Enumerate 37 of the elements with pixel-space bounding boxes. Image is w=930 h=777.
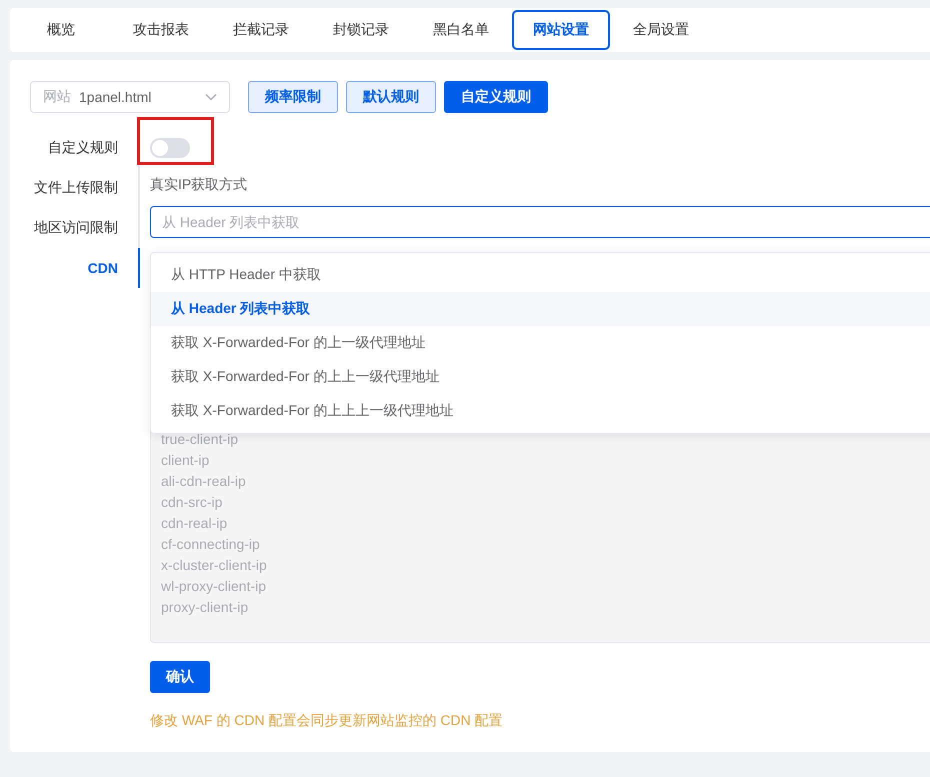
- tab[interactable]: 全局设置: [612, 10, 710, 50]
- field-label: 真实IP获取方式: [150, 176, 248, 194]
- rule-button[interactable]: 默认规则: [346, 81, 436, 113]
- tab[interactable]: 攻击报表: [112, 10, 210, 50]
- header-name: wl-proxy-client-ip: [161, 577, 268, 596]
- tab[interactable]: 拦截记录: [212, 10, 310, 50]
- header-name: true-client-ip: [161, 430, 240, 449]
- select-value: 1panel.html: [79, 89, 152, 105]
- header-name: proxy-client-ip: [161, 598, 250, 617]
- header-name: client-ip: [161, 451, 210, 470]
- rule-button[interactable]: 频率限制: [248, 81, 338, 113]
- side-menu-item[interactable]: 自定义规则: [30, 128, 140, 168]
- website-select[interactable]: 网站 1panel.html: [30, 81, 230, 113]
- tab[interactable]: 封锁记录: [312, 10, 410, 50]
- notice-text: 修改 WAF 的 CDN 配置会同步更新网站监控的 CDN 配置: [150, 712, 504, 730]
- dropdown-option[interactable]: 获取 X-Forwarded-For 的上上上一级代理地址: [151, 394, 930, 428]
- toggle-switch[interactable]: [150, 138, 190, 158]
- header-name: cdn-src-ip: [161, 493, 224, 512]
- tab[interactable]: 黑白名单: [412, 10, 510, 50]
- confirm-button[interactable]: 确认: [150, 661, 210, 693]
- header-name: ali-cdn-real-ip: [161, 472, 247, 491]
- side-menu-item[interactable]: 地区访问限制: [30, 208, 140, 248]
- rule-button[interactable]: 自定义规则: [444, 81, 548, 113]
- header-name: cdn-real-ip: [161, 514, 228, 533]
- ip-source-select[interactable]: 从 Header 列表中获取: [150, 206, 930, 238]
- tab[interactable]: 概览: [12, 10, 110, 50]
- dropdown-option[interactable]: 从 Header 列表中获取: [151, 292, 930, 326]
- dropdown-option[interactable]: 获取 X-Forwarded-For 的上一级代理地址: [151, 326, 930, 360]
- chevron-down-icon: [205, 93, 217, 101]
- tab[interactable]: 网站设置: [512, 10, 610, 50]
- select-prefix: 网站: [43, 88, 71, 106]
- header-name: x-cluster-client-ip: [161, 556, 268, 575]
- dropdown-option[interactable]: 获取 X-Forwarded-For 的上上一级代理地址: [151, 360, 930, 394]
- dropdown-option[interactable]: 从 HTTP Header 中获取: [151, 258, 930, 292]
- header-name: cf-connecting-ip: [161, 535, 261, 554]
- side-menu-item[interactable]: CDN: [30, 248, 140, 288]
- side-menu-item[interactable]: 文件上传限制: [30, 168, 140, 208]
